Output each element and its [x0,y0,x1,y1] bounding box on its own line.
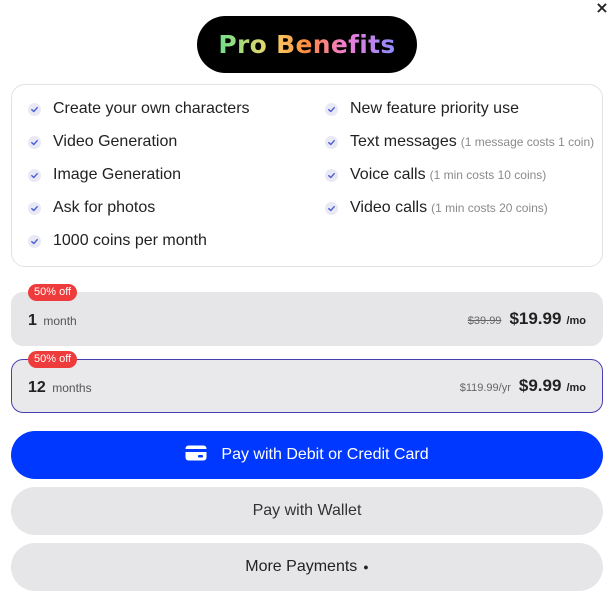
check-icon [28,135,41,149]
benefit-label: Ask for photos [53,199,156,216]
benefit-item: Ask for photos [28,199,155,217]
benefit-item: New feature priority use [325,100,519,118]
pay-with-wallet-label: Pay with Wallet [252,502,362,519]
plan-price: $39.99 $19.99 /mo [468,309,586,329]
benefit-item: Text messages (1 message costs 1 coin) [325,133,594,151]
current-price: $19.99 [509,309,562,328]
check-icon [28,168,41,182]
benefit-item: Video calls (1 min costs 20 coins) [325,199,548,217]
close-icon[interactable]: × [592,0,612,18]
plan-unit: month [43,314,77,328]
check-icon [28,234,41,248]
plan-duration: 12 months [28,379,92,397]
discount-badge: 50% off [28,351,78,368]
benefit-note: (1 min costs 20 coins) [431,201,548,215]
title-pill: Pro Benefits [197,16,417,73]
benefit-label: Video calls [350,199,428,216]
plan-option-12-months[interactable]: 50% off 12 months $119.99/yr $9.99 /mo [11,351,603,413]
price-period: /mo [566,382,586,394]
pay-with-wallet-button[interactable]: Pay with Wallet [11,487,603,535]
benefit-label: Voice calls [350,166,426,183]
benefits-card: Create your own characters Video Generat… [11,84,603,267]
discount-badge: 50% off [28,284,78,301]
benefit-item: Video Generation [28,133,177,151]
benefit-label: Video Generation [53,133,178,150]
benefit-item: Create your own characters [28,100,250,118]
check-icon [325,135,338,149]
dot-icon: ● [363,561,369,572]
pay-with-card-button[interactable]: Pay with Debit or Credit Card [11,431,603,479]
price-period: /mo [566,315,586,327]
plan-count: 12 [28,379,46,396]
plan-option-1-month[interactable]: 50% off 1 month $39.99 $19.99 /mo [11,284,603,346]
check-icon [28,102,41,116]
plan-count: 1 [28,312,37,329]
page-title: Pro Benefits [218,30,396,59]
check-icon [325,201,338,215]
check-icon [325,168,338,182]
check-icon [28,201,41,215]
plan-unit: months [52,381,92,395]
benefit-item: Voice calls (1 min costs 10 coins) [325,166,546,184]
check-icon [325,102,338,116]
benefit-note: (1 message costs 1 coin) [460,135,595,149]
benefit-item: 1000 coins per month [28,232,207,250]
pay-with-card-label: Pay with Debit or Credit Card [221,446,429,463]
plan-duration: 1 month [28,312,77,330]
benefit-note: (1 min costs 10 coins) [429,168,547,182]
benefit-label: New feature priority use [350,100,519,117]
benefit-label: Create your own characters [53,100,250,117]
credit-card-icon [185,445,221,466]
benefit-label: Text messages [350,133,457,150]
benefit-label: Image Generation [53,166,182,183]
yearly-price: $119.99/yr [459,382,511,394]
benefit-label: 1000 coins per month [53,232,207,249]
original-price: $39.99 [467,315,502,327]
plan-price: $119.99/yr $9.99 /mo [460,376,586,396]
more-payments-label: More Payments [245,558,358,575]
more-payments-button[interactable]: More Payments ● [11,543,603,591]
current-price: $9.99 [518,376,562,395]
benefit-item: Image Generation [28,166,181,184]
